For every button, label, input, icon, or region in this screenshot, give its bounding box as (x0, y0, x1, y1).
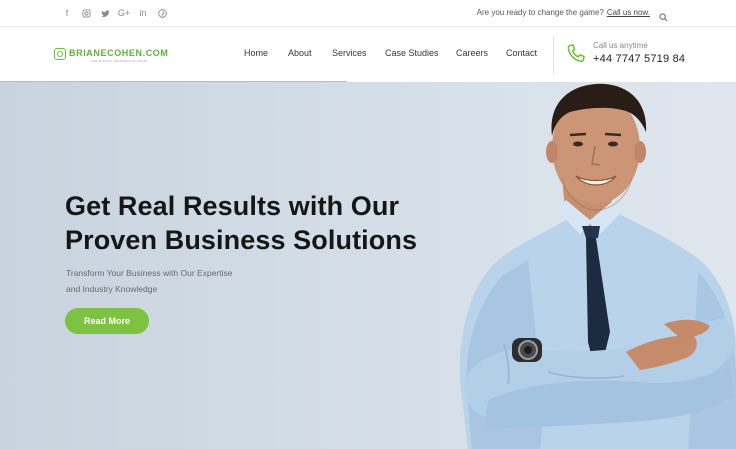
promo-text: Are you ready to change the game? Call us… (477, 8, 650, 17)
nav-case-studies[interactable]: Case Studies (385, 48, 439, 58)
phone-icon (566, 43, 586, 65)
logo-name: BRIANECOHEN.COM (69, 48, 169, 58)
pinterest-icon[interactable] (157, 6, 167, 20)
twitter-icon[interactable] (100, 6, 110, 20)
linkedin-icon[interactable]: in (138, 6, 148, 20)
call-label: Call us anytime (593, 41, 648, 50)
hero-subtitle-line-1: Transform Your Business with Our Experti… (66, 268, 233, 278)
logo-tagline: THE DIGITAL MARKETING TEAM (90, 59, 147, 63)
google-plus-icon[interactable]: G+ (118, 6, 130, 20)
nav-about[interactable]: About (288, 48, 312, 58)
facebook-icon[interactable]: f (62, 6, 72, 20)
social-links: f G+ in (62, 6, 167, 20)
hero-subtitle-line-2: and Industry Knowledge (66, 284, 158, 294)
call-number[interactable]: +44 7747 5719 84 (593, 53, 685, 65)
hero-title-line-1: Get Real Results with Our (65, 191, 400, 221)
hero-section: Get Real Results with Our Proven Busines… (0, 82, 736, 449)
promo-question: Are you ready to change the game? (476, 8, 604, 17)
nav-home[interactable]: Home (244, 48, 268, 58)
hero-subtitle: Transform Your Business with Our Experti… (66, 265, 266, 297)
main-header: BRIANECOHEN.COM THE DIGITAL MARKETING TE… (0, 27, 736, 82)
search-icon[interactable] (659, 9, 669, 22)
call-us-link[interactable]: Call us now. (607, 8, 650, 17)
nav-contact[interactable]: Contact (506, 48, 537, 58)
logo-mark-icon (54, 48, 66, 60)
nav-services[interactable]: Services (332, 48, 367, 58)
businessman-image (448, 82, 736, 449)
read-more-button[interactable]: Read More (65, 308, 149, 334)
top-bar: f G+ in Are you ready to change the game… (0, 0, 736, 27)
hero-title-line-2: Proven Business Solutions (65, 225, 418, 255)
hero-title: Get Real Results with Our Proven Busines… (65, 189, 465, 257)
header-divider (553, 35, 554, 75)
instagram-icon[interactable] (81, 6, 91, 20)
nav-careers[interactable]: Careers (456, 48, 488, 58)
site-logo[interactable]: BRIANECOHEN.COM THE DIGITAL MARKETING TE… (54, 48, 169, 63)
